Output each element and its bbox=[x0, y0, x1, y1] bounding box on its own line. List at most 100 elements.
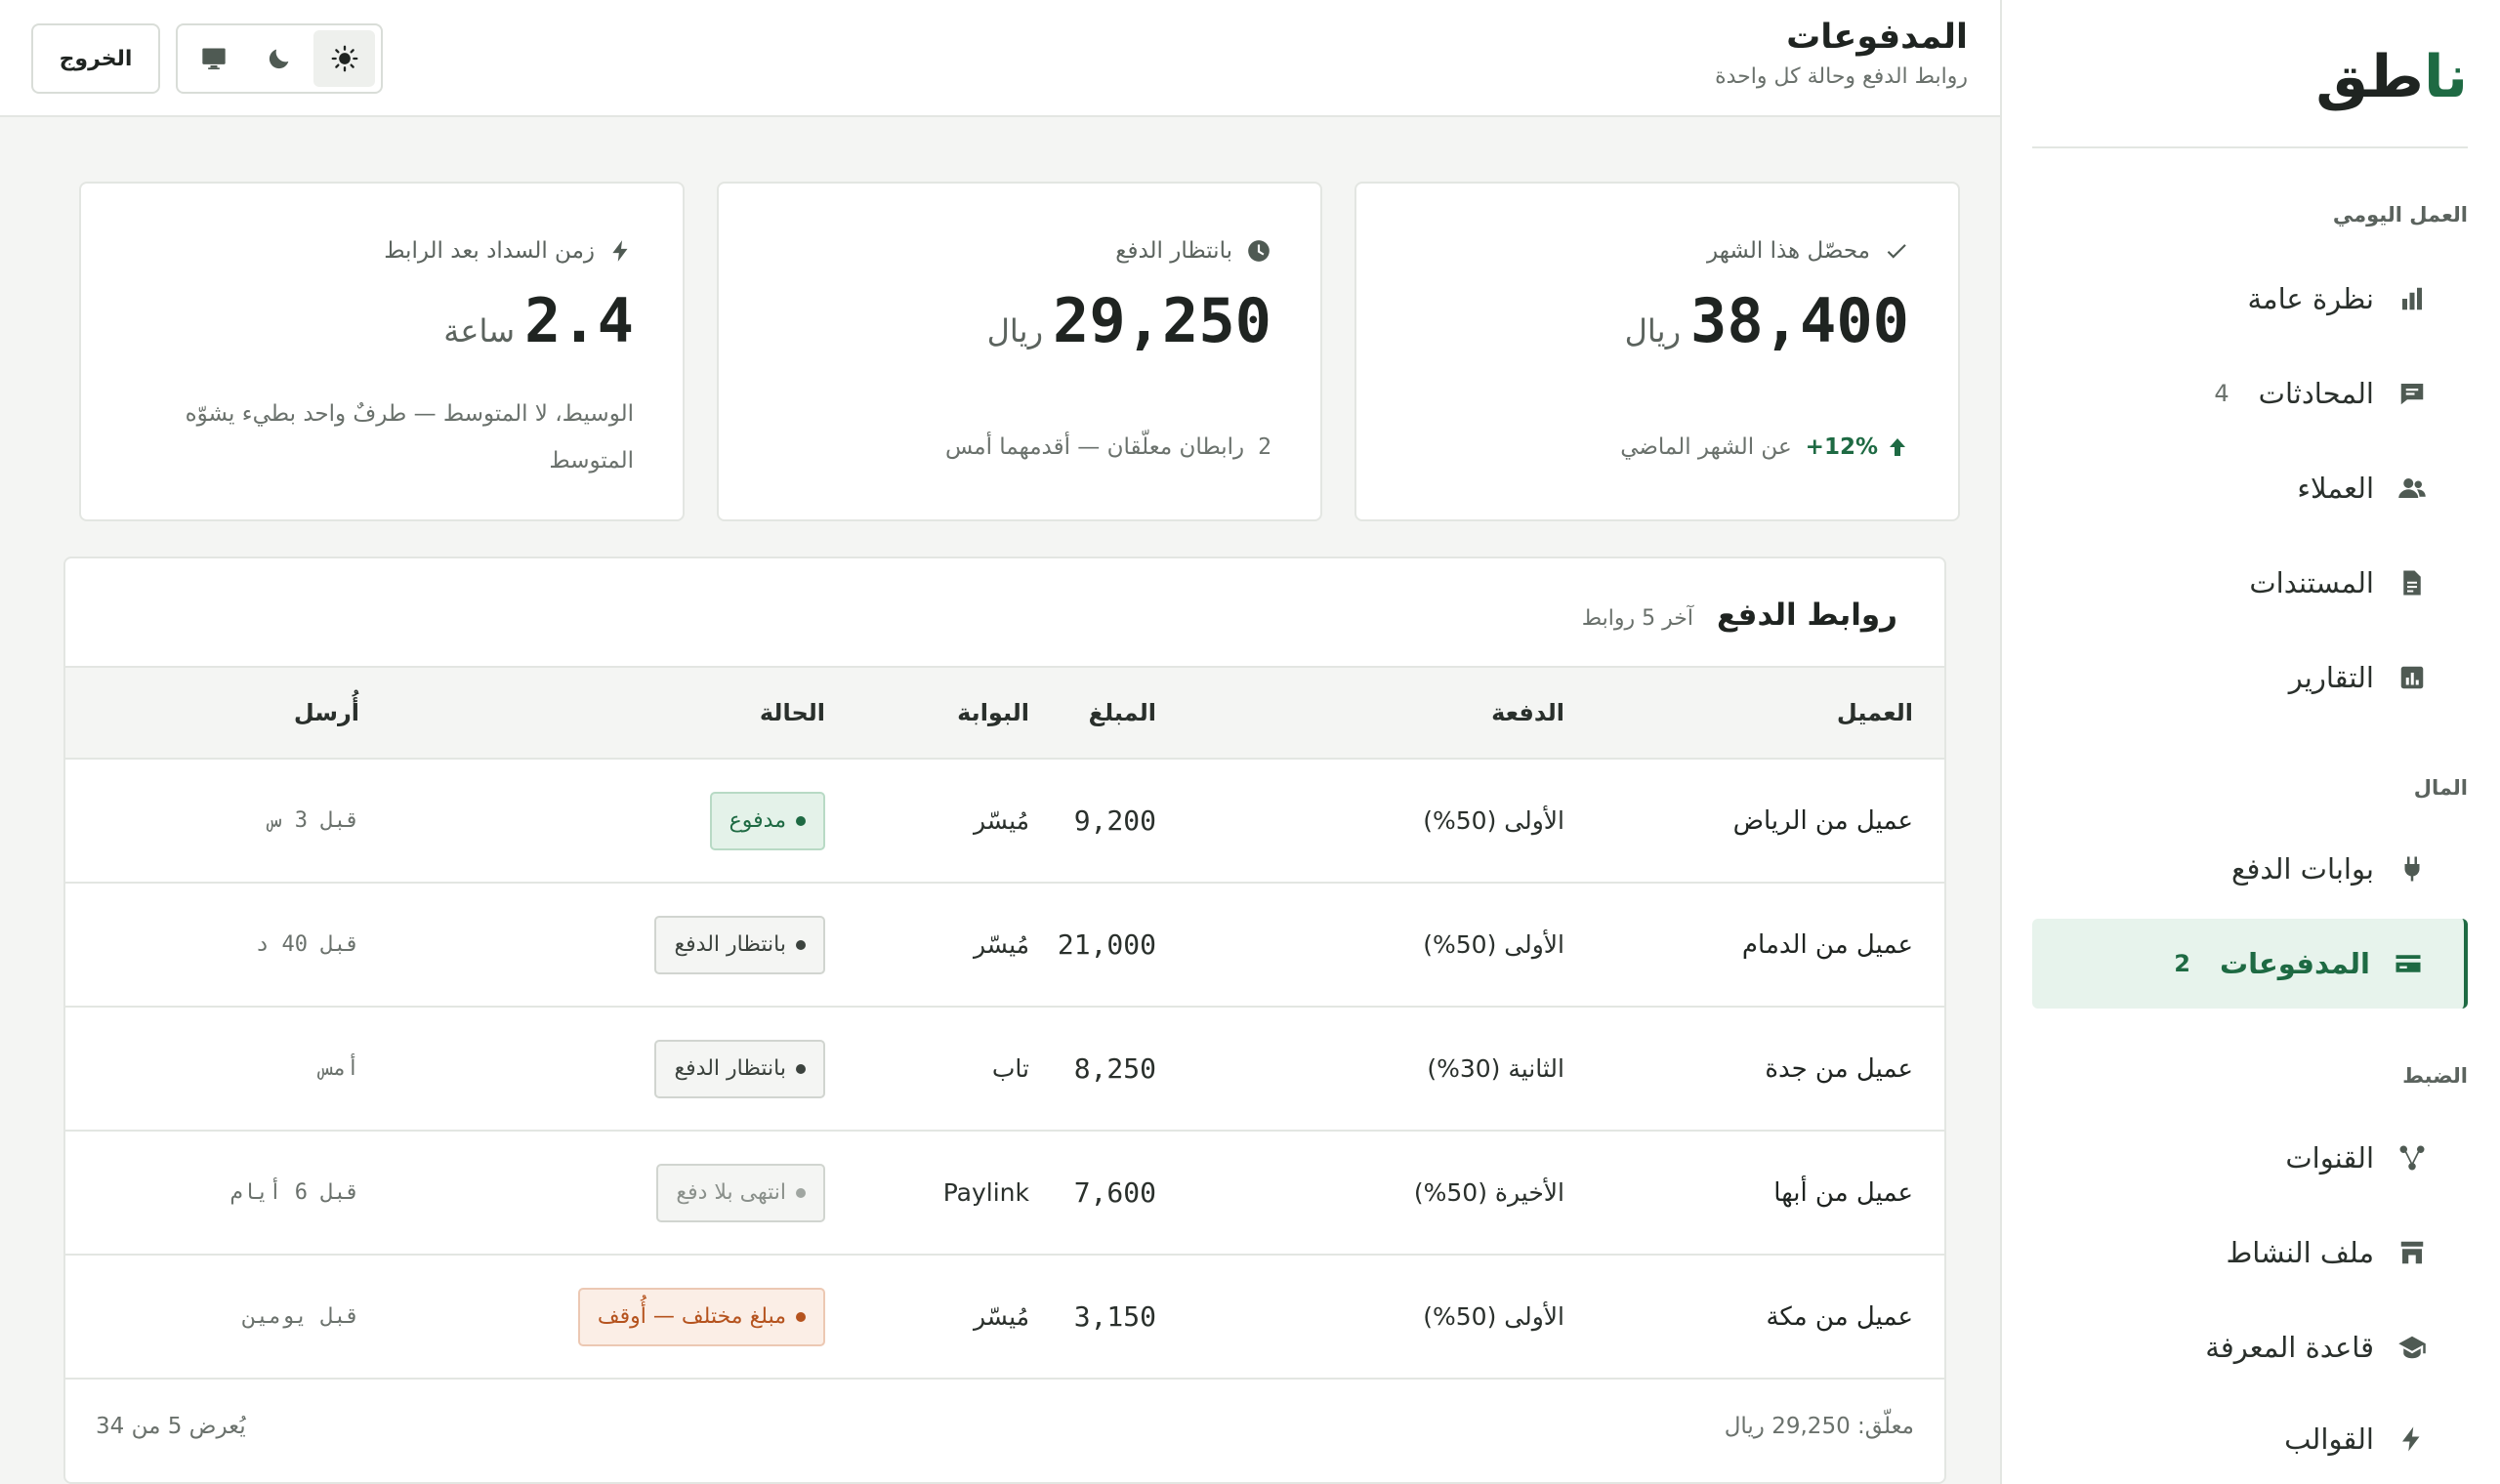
column-header-status[interactable]: الحالة bbox=[359, 666, 825, 760]
sidebar-item-label: القوالب bbox=[2284, 1422, 2374, 1456]
stat-number: 2.4 bbox=[524, 285, 634, 356]
section-label-daily: العمل اليومي bbox=[2332, 203, 2468, 227]
sidebar-item-gateways[interactable]: بوابات الدفع bbox=[2032, 824, 2468, 914]
sidebar-item-label: التقارير bbox=[2288, 661, 2374, 694]
check-icon bbox=[1887, 244, 1906, 259]
document-icon bbox=[2396, 566, 2429, 599]
store-icon bbox=[2396, 1236, 2429, 1269]
cell-sent: قبل 6 أيام bbox=[229, 1180, 359, 1205]
page-subtitle: روابط الدفع وحالة كل واحدة bbox=[1715, 64, 1968, 89]
stat-footer-text: رابطان معلّقان — أقدمهما أمس bbox=[944, 434, 1245, 460]
sidebar-item-label: نظرة عامة bbox=[2247, 282, 2375, 315]
column-header-client[interactable]: العميل bbox=[1564, 666, 1944, 760]
sidebar-item-business-profile[interactable]: ملف النشاط bbox=[2032, 1208, 2468, 1298]
payment-links-table: العميل الدفعة المبلغ البوابة الحالة أُرس… bbox=[65, 666, 1944, 1380]
section-label-settings: الضبط bbox=[2402, 1064, 2468, 1088]
stat-card-collected: محصّل هذا الشهر 38,400 ريال +12% عن الشه… bbox=[1354, 182, 1960, 521]
stat-unit: ريال bbox=[986, 312, 1044, 350]
pending-links-count: 2 bbox=[1258, 434, 1271, 460]
stat-label-text: زمن السداد بعد الرابط bbox=[384, 238, 595, 264]
report-icon bbox=[2396, 661, 2429, 694]
stat-card-payment-time: زمن السداد بعد الرابط 2.4 ساعة الوسيط، ل… bbox=[79, 182, 685, 521]
sidebar: ناطق العمل اليومي نظرة عامة المحادثات 4 … bbox=[2000, 0, 2500, 1484]
table-title: روابط الدفع bbox=[1716, 598, 1897, 633]
status-text: انتهى بلا دفع bbox=[676, 1180, 786, 1205]
sidebar-item-customers[interactable]: العملاء bbox=[2032, 443, 2468, 533]
cell-status: بانتظار الدفع bbox=[359, 1007, 825, 1131]
channels-icon bbox=[2396, 1141, 2429, 1175]
stat-card-pending: بانتظار الدفع 29,250 ريال 2 رابطان معلّق… bbox=[717, 182, 1322, 521]
status-text: مدفوع bbox=[729, 808, 786, 833]
theme-light-button[interactable] bbox=[313, 30, 376, 87]
trend-indicator: +12% bbox=[1806, 424, 1909, 471]
sidebar-item-payments[interactable]: المدفوعات 2 bbox=[2032, 919, 2468, 1009]
arrow-up-icon bbox=[1890, 438, 1905, 456]
cell-installment: الأخيرة (50%) bbox=[1413, 1178, 1564, 1207]
sidebar-item-documents[interactable]: المستندات bbox=[2032, 538, 2468, 628]
sidebar-item-knowledge-base[interactable]: قاعدة المعرفة bbox=[2032, 1302, 2468, 1392]
pagination-info: يُعرض 5 من 34 bbox=[96, 1414, 246, 1439]
status-badge: بانتظار الدفع bbox=[654, 1039, 825, 1098]
status-dot bbox=[796, 939, 806, 950]
sidebar-item-label: قاعدة المعرفة bbox=[2205, 1331, 2374, 1364]
status-badge: مبلغ مختلف — أُوقف bbox=[577, 1287, 825, 1346]
pending-total: معلّق: 29,250 ريال bbox=[1724, 1414, 1914, 1439]
brand-logo[interactable]: ناطق bbox=[2315, 43, 2469, 111]
cell-gateway: مُيسّر bbox=[973, 930, 1029, 959]
stat-label: بانتظار الدفع bbox=[1115, 238, 1271, 264]
theme-dark-button[interactable] bbox=[249, 30, 311, 87]
clock-icon bbox=[1248, 240, 1270, 262]
status-badge: انتهى بلا دفع bbox=[656, 1163, 825, 1222]
sidebar-item-label: المحادثات bbox=[2258, 377, 2374, 410]
page-title: المدفوعات bbox=[1786, 18, 1968, 57]
status-text: بانتظار الدفع bbox=[674, 1056, 786, 1081]
logout-button[interactable]: الخروج bbox=[31, 23, 160, 94]
column-header-amount[interactable]: المبلغ bbox=[1029, 666, 1156, 760]
column-header-gateway[interactable]: البوابة bbox=[825, 666, 1029, 760]
cell-sent: قبل يومين bbox=[242, 1304, 359, 1329]
cell-sent: قبل 3 س bbox=[269, 808, 359, 833]
card-icon bbox=[2392, 947, 2425, 980]
table-row[interactable]: عميل من أبها الأخيرة (50%) 7,600 Paylink… bbox=[65, 1131, 1944, 1255]
topbar: المدفوعات روابط الدفع وحالة كل واحدة الخ… bbox=[0, 0, 2000, 117]
sidebar-item-reports[interactable]: التقارير bbox=[2032, 633, 2468, 722]
trend-caption: عن الشهر الماضي bbox=[1620, 434, 1792, 460]
sidebar-item-overview[interactable]: نظرة عامة bbox=[2032, 254, 2468, 344]
cell-client: عميل من الدمام bbox=[1741, 929, 1913, 960]
cell-amount: 7,600 bbox=[1073, 1176, 1156, 1209]
theme-system-button[interactable] bbox=[184, 30, 245, 87]
stat-label: زمن السداد بعد الرابط bbox=[384, 238, 634, 264]
cell-status: مبلغ مختلف — أُوقف bbox=[359, 1255, 825, 1379]
table-row[interactable]: عميل من الرياض الأولى (50%) 9,200 مُيسّر… bbox=[65, 759, 1944, 883]
bar-chart-icon bbox=[2396, 282, 2429, 315]
cell-amount: 3,150 bbox=[1073, 1300, 1156, 1333]
sidebar-item-channels[interactable]: القنوات bbox=[2032, 1113, 2468, 1203]
cell-client: عميل من الرياض bbox=[1732, 805, 1913, 836]
sun-icon bbox=[331, 45, 358, 72]
brand-name-part1: طق bbox=[2315, 43, 2425, 111]
cell-sent: قبل 40 د bbox=[256, 932, 359, 957]
trend-value: +12% bbox=[1805, 434, 1878, 460]
table-row[interactable]: عميل من جدة الثانية (30%) 8,250 تاب بانت… bbox=[65, 1007, 1944, 1131]
column-header-installment[interactable]: الدفعة bbox=[1156, 666, 1564, 760]
table-row[interactable]: عميل من الدمام الأولى (50%) 21,000 مُيسّ… bbox=[65, 883, 1944, 1007]
status-dot bbox=[796, 1187, 806, 1198]
stat-value: 29,250 ريال bbox=[987, 285, 1271, 356]
sidebar-item-label: العملاء bbox=[2297, 472, 2374, 505]
stat-footer: 2 رابطان معلّقان — أقدمهما أمس bbox=[762, 424, 1271, 471]
stat-label-text: بانتظار الدفع bbox=[1115, 238, 1232, 264]
column-header-sent[interactable]: أُرسل bbox=[65, 666, 359, 760]
table-row[interactable]: عميل من مكة الأولى (50%) 3,150 مُيسّر مب… bbox=[65, 1255, 1944, 1379]
moon-icon bbox=[269, 49, 289, 69]
payment-links-card: روابط الدفع آخر 5 روابط العميل الدفعة ال… bbox=[63, 556, 1946, 1484]
stat-label-text: محصّل هذا الشهر bbox=[1707, 238, 1870, 264]
status-text: مبلغ مختلف — أُوقف bbox=[597, 1304, 786, 1329]
stat-number: 29,250 bbox=[1053, 285, 1271, 356]
cell-client: عميل من أبها bbox=[1773, 1177, 1913, 1208]
cell-gateway: تاب bbox=[991, 1054, 1029, 1083]
cell-installment: الثانية (30%) bbox=[1427, 1054, 1564, 1083]
cell-amount: 21,000 bbox=[1057, 928, 1156, 961]
sidebar-item-templates[interactable]: القوالب bbox=[2032, 1394, 2468, 1484]
section-label-money: المال bbox=[2413, 776, 2468, 800]
sidebar-item-conversations[interactable]: المحادثات 4 bbox=[2032, 349, 2468, 438]
